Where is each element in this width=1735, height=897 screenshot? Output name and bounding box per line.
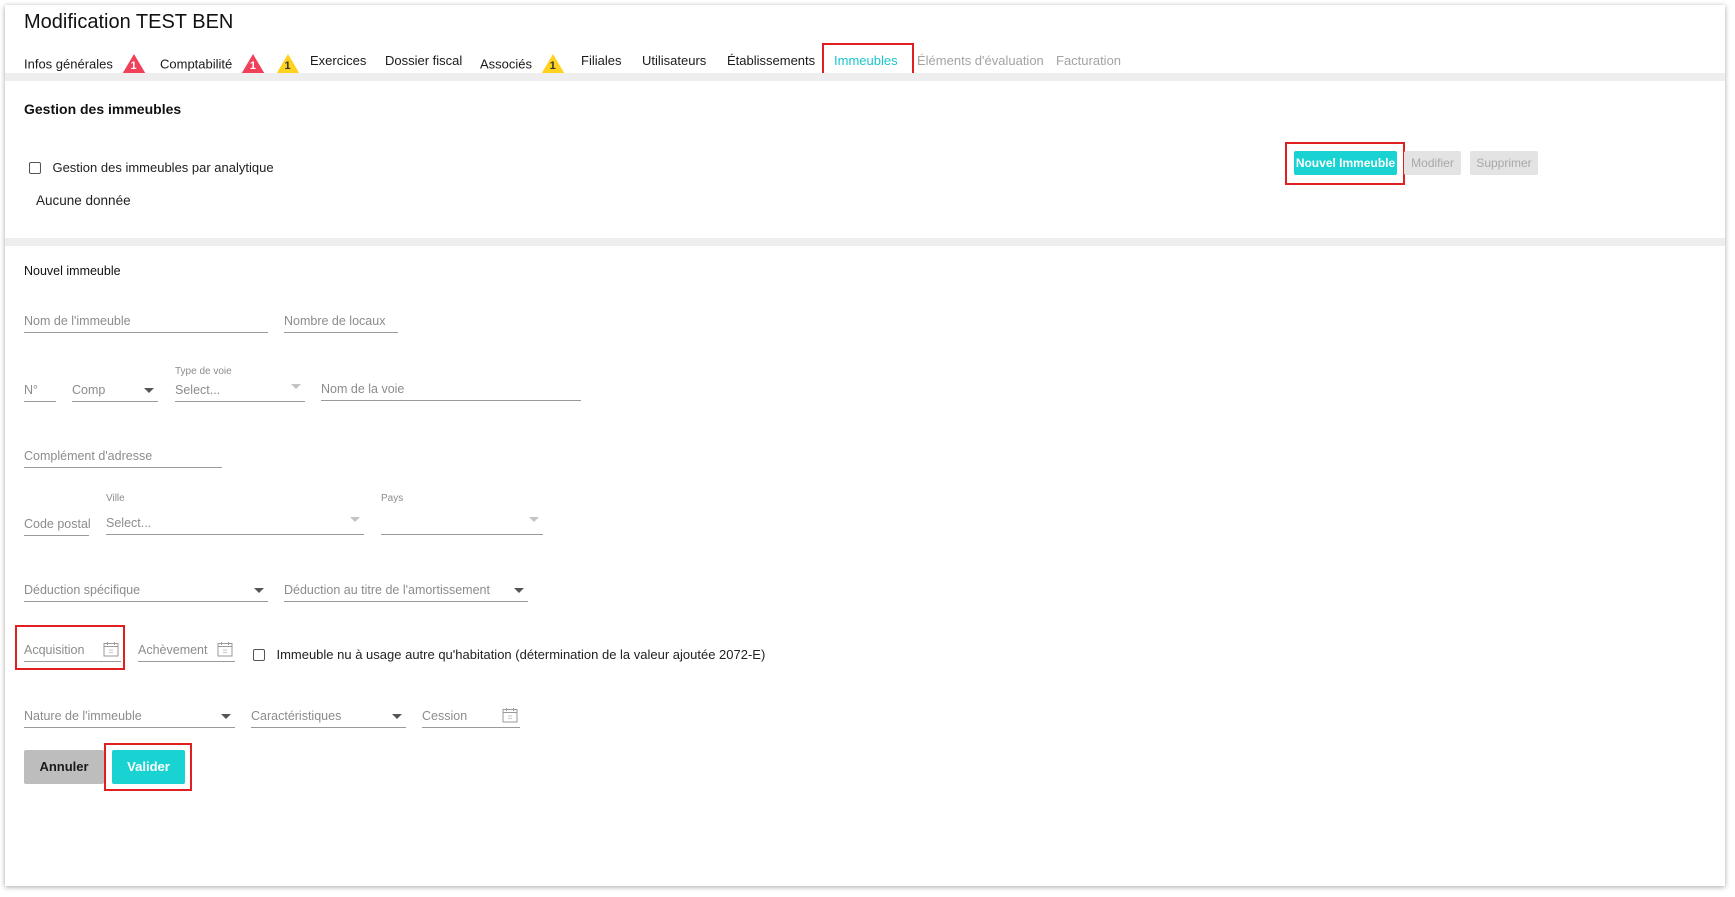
cession-date-field[interactable]: Cession <box>422 701 520 728</box>
analytique-checkbox-row: Gestion des immeubles par analytique <box>29 159 274 177</box>
chevron-down-icon <box>254 588 264 593</box>
type-voie-label: Type de voie <box>175 366 232 377</box>
ville-select[interactable]: Select... <box>106 512 364 535</box>
empty-state-text: Aucune donnée <box>36 193 131 208</box>
acquisition-placeholder: Acquisition <box>24 643 85 657</box>
pays-select[interactable] <box>381 512 543 535</box>
tab-immeubles[interactable]: Immeubles <box>834 53 898 68</box>
tab-etablissements[interactable]: Établissements <box>727 53 815 68</box>
acquisition-date-field[interactable]: Acquisition <box>24 635 121 662</box>
chevron-down-icon <box>392 714 402 719</box>
calendar-icon[interactable] <box>502 707 518 723</box>
nature-immeuble-select[interactable]: Nature de l'immeuble <box>24 705 235 728</box>
badge-count: 1 <box>130 60 137 72</box>
type-voie-select[interactable]: Select... <box>175 379 305 402</box>
tab-label: Comptabilité <box>160 56 233 72</box>
divider <box>5 73 1725 81</box>
chevron-down-icon <box>514 588 524 593</box>
caracteristiques-placeholder: Caractéristiques <box>251 709 342 723</box>
nombre-locaux-field[interactable]: Nombre de locaux <box>284 310 398 333</box>
deduction-specifique-placeholder: Déduction spécifique <box>24 583 141 597</box>
ville-placeholder: Select... <box>106 516 152 530</box>
chevron-down-icon <box>291 384 301 389</box>
tab-label: Associés <box>480 56 533 72</box>
nom-voie-field[interactable]: Nom de la voie <box>321 378 581 401</box>
immeuble-nu-checkbox[interactable] <box>253 648 265 661</box>
numero-placeholder: N° <box>24 383 39 397</box>
tab-elements-evaluation[interactable]: Éléments d'évaluation <box>917 53 1044 68</box>
deduction-amortissement-placeholder: Déduction au titre de l'amortissement <box>284 583 490 597</box>
immeuble-nu-label: Immeuble nu à usage autre qu'habitation … <box>276 647 766 663</box>
nom-voie-placeholder: Nom de la voie <box>321 382 405 396</box>
badge-count: 1 <box>249 60 256 72</box>
analytique-checkbox-label: Gestion des immeubles par analytique <box>52 160 274 176</box>
caracteristiques-select[interactable]: Caractéristiques <box>251 705 406 728</box>
chevron-down-icon <box>529 517 539 522</box>
tab-label: Infos générales <box>24 56 113 72</box>
nombre-locaux-placeholder: Nombre de locaux <box>284 314 386 328</box>
page-title: Modification TEST BEN <box>24 11 234 33</box>
modifier-button[interactable]: Modifier <box>1404 151 1461 175</box>
supprimer-button[interactable]: Supprimer <box>1470 151 1538 175</box>
code-postal-placeholder: Code postal <box>24 517 91 531</box>
tab-filiales[interactable]: Filiales <box>581 53 621 68</box>
valider-button[interactable]: Valider <box>112 750 185 784</box>
annuler-button[interactable]: Annuler <box>24 750 104 784</box>
form-title: Nouvel immeuble <box>24 264 121 278</box>
nouvel-immeuble-button[interactable]: Nouvel Immeuble <box>1294 151 1397 175</box>
achevement-date-field[interactable]: Achèvement <box>138 635 235 662</box>
badge-count: 1 <box>549 60 556 72</box>
nom-immeuble-placeholder: Nom de l'immeuble <box>24 314 131 328</box>
immeuble-nu-checkbox-row: Immeuble nu à usage autre qu'habitation … <box>253 646 765 664</box>
pays-label: Pays <box>381 493 404 504</box>
deduction-specifique-select[interactable]: Déduction spécifique <box>24 579 268 602</box>
comp-placeholder: Comp <box>72 383 106 397</box>
divider <box>5 238 1725 246</box>
tab-utilisateurs[interactable]: Utilisateurs <box>642 53 706 68</box>
window: Modification TEST BEN Infos générales 1 … <box>5 5 1725 886</box>
deduction-amortissement-select[interactable]: Déduction au titre de l'amortissement <box>284 579 528 602</box>
comp-select[interactable]: Comp <box>72 379 158 402</box>
calendar-icon[interactable] <box>103 641 119 657</box>
tab-facturation[interactable]: Facturation <box>1056 53 1121 68</box>
tab-exercices[interactable]: Exercices <box>310 53 366 68</box>
cession-placeholder: Cession <box>422 709 468 723</box>
code-postal-field[interactable]: Code postal <box>24 513 91 536</box>
analytique-checkbox[interactable] <box>29 161 41 174</box>
tab-dossier-fiscal[interactable]: Dossier fiscal <box>385 53 462 68</box>
chevron-down-icon <box>144 388 154 393</box>
gestion-section-title: Gestion des immeubles <box>24 101 182 117</box>
complement-adresse-field[interactable]: Complément d'adresse <box>24 445 222 468</box>
nom-immeuble-field[interactable]: Nom de l'immeuble <box>24 310 268 333</box>
calendar-icon[interactable] <box>217 641 233 657</box>
achevement-placeholder: Achèvement <box>138 643 208 657</box>
type-voie-placeholder: Select... <box>175 383 221 397</box>
ville-label: Ville <box>106 493 125 504</box>
numero-field[interactable]: N° <box>24 379 56 402</box>
chevron-down-icon <box>350 517 360 522</box>
chevron-down-icon <box>221 714 231 719</box>
nature-immeuble-placeholder: Nature de l'immeuble <box>24 709 142 723</box>
complement-adresse-placeholder: Complément d'adresse <box>24 449 153 463</box>
badge-count: 1 <box>284 60 291 72</box>
